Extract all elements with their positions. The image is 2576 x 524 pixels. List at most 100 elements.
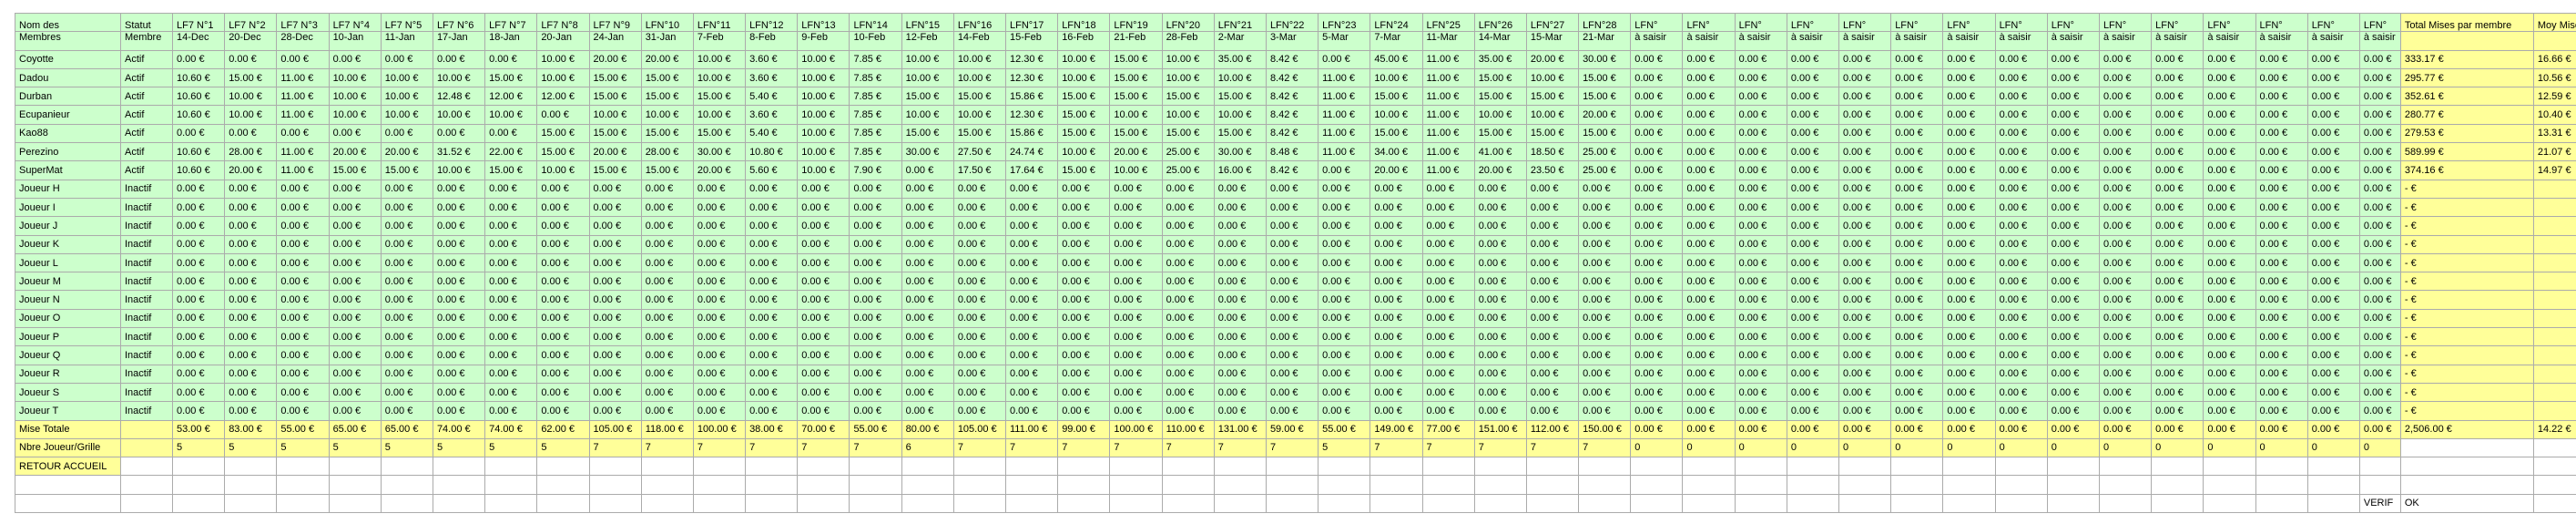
bet-cell[interactable]: 0.00 € <box>2358 197 2401 218</box>
bet-cell[interactable]: 0.00 € <box>2098 234 2153 254</box>
header-cell[interactable]: LFN°21 <box>1213 12 1267 33</box>
bet-cell[interactable]: 0.00 € <box>276 382 330 403</box>
bet-cell[interactable]: 10.00 € <box>1473 105 1527 125</box>
bet-cell[interactable]: 0.00 € <box>745 327 799 347</box>
bet-cell[interactable]: 11.00 € <box>276 142 330 162</box>
bet-cell[interactable]: 0.00 € <box>1630 142 1684 162</box>
bet-cell[interactable]: 0.00 € <box>2306 87 2360 107</box>
bet-cell[interactable]: 12.30 € <box>1004 105 1059 125</box>
bet-cell[interactable]: 0.00 € <box>1630 364 1684 384</box>
cell[interactable] <box>2046 457 2100 477</box>
bet-cell[interactable]: 0.00 € <box>1525 272 1580 292</box>
bet-cell[interactable]: 20.00 € <box>1578 105 1632 125</box>
players-count-cell[interactable]: 5 <box>1318 437 1371 458</box>
bet-cell[interactable]: 0.00 € <box>588 382 642 403</box>
bet-cell[interactable]: 0.00 € <box>1890 179 1944 199</box>
players-count-cell[interactable]: 0 <box>2255 437 2308 458</box>
bet-cell[interactable]: 0.00 € <box>2358 179 2401 199</box>
bet-cell[interactable]: 45.00 € <box>1369 49 1423 69</box>
bet-cell[interactable]: 0.00 € <box>276 179 330 199</box>
bet-cell[interactable]: 0.00 € <box>1318 290 1371 310</box>
cell[interactable] <box>2046 475 2100 495</box>
players-count-cell[interactable]: 7 <box>1265 437 1319 458</box>
bet-cell[interactable]: 0.00 € <box>745 216 799 236</box>
bet-cell[interactable]: 0.00 € <box>224 179 278 199</box>
bet-cell[interactable]: 10.00 € <box>797 67 850 88</box>
bet-cell[interactable]: 0.00 € <box>1161 197 1215 218</box>
bet-cell[interactable]: 0.00 € <box>640 290 694 310</box>
bet-cell[interactable]: 0.00 € <box>2098 290 2153 310</box>
cell[interactable] <box>2306 475 2360 495</box>
bet-cell[interactable]: 0.00 € <box>171 49 226 69</box>
verif-label[interactable]: VERIF <box>2358 493 2401 514</box>
bet-cell[interactable]: 0.00 € <box>1213 401 1267 421</box>
header-cell[interactable]: à saisir <box>1942 31 1996 51</box>
member-average[interactable]: 10.56 € <box>2532 67 2576 88</box>
member-average[interactable] <box>2532 401 2576 421</box>
bet-cell[interactable]: 0.00 € <box>640 401 694 421</box>
bet-cell[interactable]: 0.00 € <box>2098 160 2153 180</box>
bet-cell[interactable]: 0.00 € <box>380 123 433 144</box>
bet-cell[interactable]: 0.00 € <box>224 216 278 236</box>
bet-cell[interactable]: 0.00 € <box>2203 179 2256 199</box>
bet-cell[interactable]: 0.00 € <box>1578 327 1632 347</box>
header-cell[interactable]: 24-Jan <box>588 31 642 51</box>
cell[interactable] <box>1942 457 1996 477</box>
players-count-cell[interactable]: 0 <box>1838 437 1892 458</box>
bet-cell[interactable]: 0.00 € <box>1682 327 1736 347</box>
bet-cell[interactable]: 0.00 € <box>1786 327 1840 347</box>
bet-cell[interactable]: 0.00 € <box>1942 105 1996 125</box>
bet-cell[interactable]: 20.00 € <box>1525 49 1580 69</box>
bet-cell[interactable]: 0.00 € <box>380 382 433 403</box>
cell[interactable] <box>1057 475 1111 495</box>
cell[interactable] <box>2399 475 2534 495</box>
total-cell[interactable]: 80.00 € <box>901 419 954 439</box>
member-status[interactable]: Actif <box>120 123 173 144</box>
cell[interactable] <box>1369 457 1423 477</box>
bet-cell[interactable]: 0.00 € <box>2306 105 2360 125</box>
bet-cell[interactable]: 0.00 € <box>1161 290 1215 310</box>
header-cell[interactable]: à saisir <box>2151 31 2204 51</box>
cell[interactable] <box>276 457 330 477</box>
bet-cell[interactable]: 0.00 € <box>2098 327 2153 347</box>
cell[interactable] <box>120 493 173 514</box>
bet-cell[interactable]: 0.00 € <box>1057 345 1111 365</box>
bet-cell[interactable]: 20.00 € <box>224 160 278 180</box>
total-cell[interactable]: 74.00 € <box>432 419 486 439</box>
bet-cell[interactable]: 0.00 € <box>2098 179 2153 199</box>
bet-cell[interactable]: 0.00 € <box>1682 160 1736 180</box>
bet-cell[interactable]: 0.00 € <box>1994 197 2048 218</box>
bet-cell[interactable]: 0.00 € <box>2358 382 2401 403</box>
bet-cell[interactable]: 10.00 € <box>797 87 850 107</box>
bet-cell[interactable]: 0.00 € <box>2046 216 2100 236</box>
bet-cell[interactable]: 7.85 € <box>849 87 902 107</box>
cell[interactable] <box>1265 475 1319 495</box>
bet-cell[interactable]: 0.00 € <box>2151 160 2204 180</box>
total-cell[interactable]: 131.00 € <box>1213 419 1267 439</box>
member-average[interactable]: 12.59 € <box>2532 87 2576 107</box>
cell[interactable] <box>2532 457 2576 477</box>
bet-cell[interactable]: 0.00 € <box>1057 179 1111 199</box>
bet-cell[interactable]: 30.00 € <box>1578 49 1632 69</box>
bet-cell[interactable]: 0.00 € <box>536 234 590 254</box>
bet-cell[interactable]: 0.00 € <box>2098 49 2153 69</box>
bet-cell[interactable]: 0.00 € <box>432 216 486 236</box>
bet-cell[interactable]: 0.00 € <box>2358 160 2401 180</box>
total-cell[interactable]: 0.00 € <box>1994 419 2048 439</box>
bet-cell[interactable]: 22.00 € <box>484 142 538 162</box>
bet-cell[interactable]: 0.00 € <box>1525 216 1580 236</box>
cell[interactable] <box>2532 437 2576 458</box>
cell[interactable] <box>328 475 382 495</box>
players-count-cell[interactable]: 7 <box>692 437 747 458</box>
bet-cell[interactable]: 15.00 € <box>224 67 278 88</box>
bet-cell[interactable]: 0.00 € <box>1838 87 1892 107</box>
bet-cell[interactable]: 0.00 € <box>432 327 486 347</box>
bet-cell[interactable]: 0.00 € <box>484 216 538 236</box>
bet-cell[interactable]: 0.00 € <box>1265 197 1319 218</box>
bet-cell[interactable]: 0.00 € <box>224 252 278 273</box>
bet-cell[interactable]: 0.00 € <box>1734 382 1787 403</box>
bet-cell[interactable]: 20.00 € <box>380 142 433 162</box>
bet-cell[interactable]: 10.00 € <box>692 67 747 88</box>
header-cell[interactable]: Nom des <box>15 12 121 33</box>
bet-cell[interactable]: 0.00 € <box>1265 290 1319 310</box>
